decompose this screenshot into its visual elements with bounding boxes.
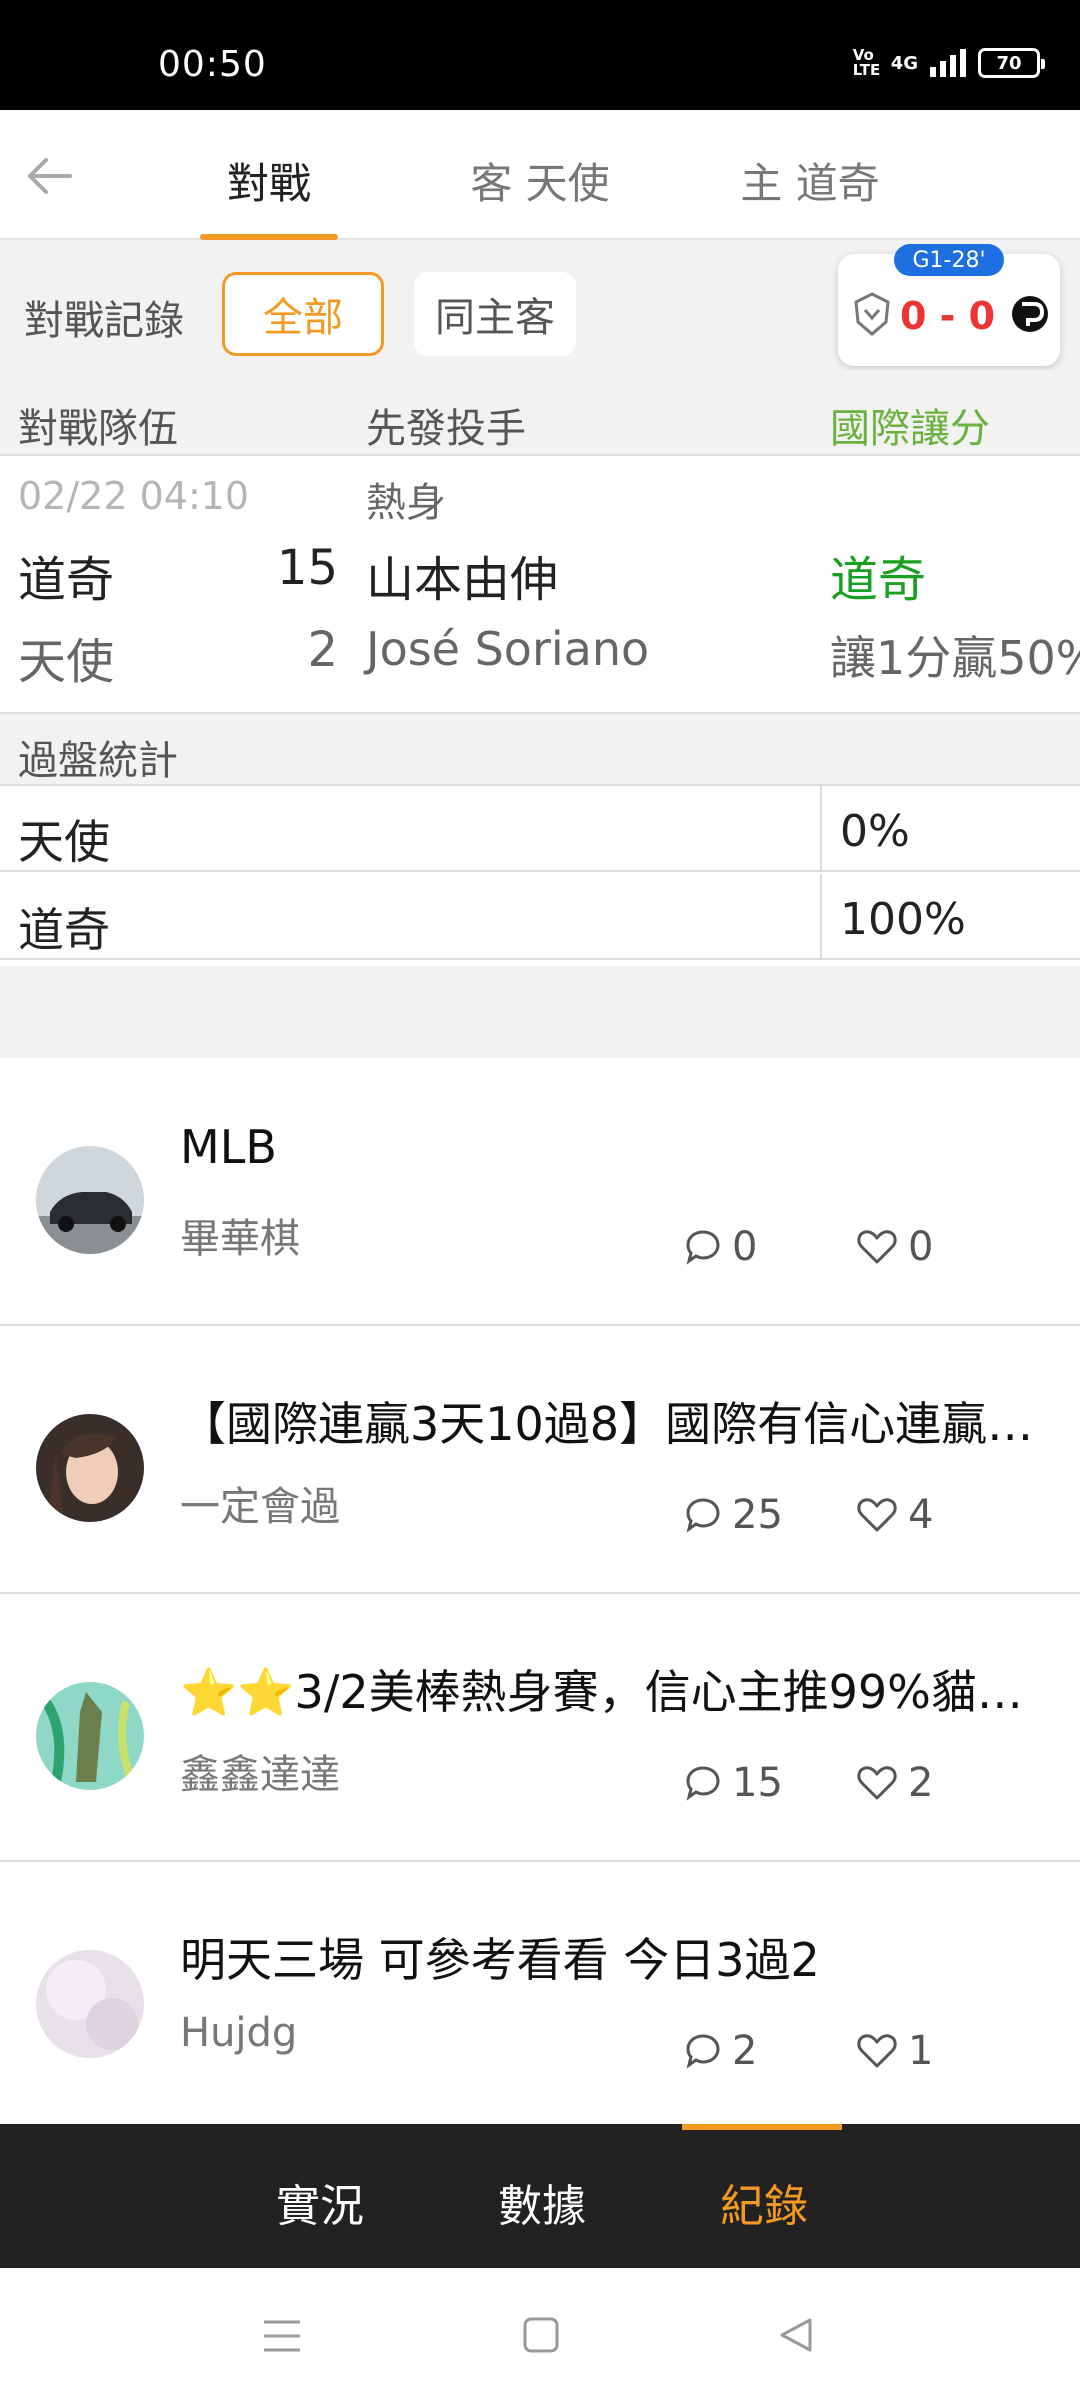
tab-away-team[interactable]: 客 天使 xyxy=(450,150,630,211)
like-count[interactable]: 2 xyxy=(856,1760,933,1806)
comment-count[interactable]: 25 xyxy=(684,1492,783,1538)
like-count-value: 2 xyxy=(908,1760,934,1806)
stats-row: 道奇 100% xyxy=(0,874,1080,960)
bottom-nav: 實況 數據 紀錄 xyxy=(0,2124,1080,2268)
column-divider xyxy=(820,874,822,960)
stats-team-name: 天使 xyxy=(18,815,110,869)
like-count-value: 1 xyxy=(908,2028,934,2074)
volte-icon: Vo LTE xyxy=(852,46,881,79)
stats-team-name: 道奇 xyxy=(18,903,110,957)
post-title: ⭐⭐3/2美棒熱身賽，信心主推99%貓… xyxy=(180,1665,1023,1719)
post-author: 畢華棋 xyxy=(180,1216,300,1262)
nav-records[interactable]: 紀錄 xyxy=(720,2170,808,2234)
post-author: Hujdg xyxy=(180,2010,298,2056)
column-pitchers: 先發投手 xyxy=(366,406,526,452)
inning-tag: G1-28' xyxy=(894,244,1004,276)
clock: 00:50 xyxy=(158,44,267,85)
comment-icon xyxy=(686,1230,720,1265)
team-name: 天使 xyxy=(18,634,115,690)
avatar[interactable] xyxy=(36,1950,144,2058)
top-tab-bar: 對戰 客 天使 主 道奇 xyxy=(0,110,1080,240)
nav-live[interactable]: 實況 xyxy=(276,2170,364,2234)
tab-home-team[interactable]: 主 道奇 xyxy=(720,150,900,211)
live-score: 0 - 0 xyxy=(900,294,996,338)
comment-icon xyxy=(686,1498,720,1533)
heart-icon xyxy=(857,1498,897,1532)
match-status: 熱身 xyxy=(366,480,446,526)
system-nav-bar xyxy=(0,2268,1080,2400)
comment-icon xyxy=(686,2034,720,2069)
like-count-value: 0 xyxy=(908,1224,934,1270)
filter-all-button[interactable]: 全部 xyxy=(222,272,384,356)
post-list-item[interactable]: ⭐⭐3/2美棒熱身賽，信心主推99%貓… 鑫鑫達達 15 2 xyxy=(0,1594,1080,1862)
comment-count[interactable]: 2 xyxy=(684,2028,757,2074)
handicap-detail: 讓1分贏50% xyxy=(830,631,1080,685)
back-triangle-icon[interactable] xyxy=(778,2316,814,2354)
handicap-stats-title: 過盤統計 xyxy=(18,738,178,784)
avatar[interactable] xyxy=(36,1414,144,1522)
network-type-icon: 4G xyxy=(890,52,918,74)
matchup-table-header: 對戰隊伍 先發投手 國際讓分 xyxy=(0,370,1080,456)
heart-icon xyxy=(857,1230,897,1264)
home-team-logo-icon xyxy=(1012,296,1048,332)
post-title: MLB xyxy=(180,1120,277,1174)
like-count[interactable]: 0 xyxy=(856,1224,933,1270)
starting-pitcher: José Soriano xyxy=(366,622,650,676)
heart-icon xyxy=(857,1766,897,1800)
like-count[interactable]: 1 xyxy=(856,2028,933,2074)
match-record-row[interactable]: 02/22 04:10 熱身 道奇 15 山本由伸 道奇 天使 2 José S… xyxy=(0,456,1080,714)
starting-pitcher: 山本由伸 xyxy=(366,552,559,608)
battery-icon: 70 xyxy=(978,48,1045,78)
bottom-nav-indicator xyxy=(682,2124,842,2130)
like-count[interactable]: 4 xyxy=(856,1492,933,1538)
post-author: 一定會過 xyxy=(180,1484,340,1530)
column-teams: 對戰隊伍 xyxy=(18,406,178,452)
post-list-item[interactable]: 明天三場 可參考看看 今日3過2 Hujdg 2 1 xyxy=(0,1862,1080,2130)
away-team-logo-icon xyxy=(854,292,890,336)
column-divider xyxy=(820,786,822,872)
avatar[interactable] xyxy=(36,1682,144,1790)
comment-count-value: 25 xyxy=(732,1492,783,1538)
comment-count-value: 2 xyxy=(732,2028,758,2074)
comment-count[interactable]: 15 xyxy=(684,1760,783,1806)
nav-data[interactable]: 數據 xyxy=(498,2170,586,2234)
post-list-item[interactable]: 【國際連贏3天10過8】國際有信心連贏… 一定會過 25 4 xyxy=(0,1326,1080,1594)
avatar[interactable] xyxy=(36,1146,144,1254)
stats-row: 天使 0% xyxy=(0,786,1080,872)
comment-count[interactable]: 0 xyxy=(684,1224,757,1270)
post-title: 【國際連贏3天10過8】國際有信心連贏… xyxy=(180,1397,1034,1451)
comment-count-value: 0 xyxy=(732,1224,758,1270)
team-score: 15 xyxy=(276,540,338,596)
handicap-stats-header: 過盤統計 xyxy=(0,714,1080,786)
stats-percentage: 100% xyxy=(840,894,966,945)
post-author: 鑫鑫達達 xyxy=(180,1752,340,1798)
record-filter-label: 對戰記錄 xyxy=(24,298,184,344)
like-count-value: 4 xyxy=(908,1492,934,1538)
home-square-icon[interactable] xyxy=(522,2316,560,2354)
back-arrow-icon[interactable] xyxy=(24,154,74,198)
stats-percentage: 0% xyxy=(840,806,910,857)
signal-icon xyxy=(930,49,966,77)
team-score: 2 xyxy=(307,622,338,678)
match-date: 02/22 04:10 xyxy=(18,474,250,518)
comment-icon xyxy=(686,1766,720,1801)
section-spacer xyxy=(0,966,1080,1058)
column-handicap: 國際讓分 xyxy=(830,406,990,452)
filter-same-home-away-button[interactable]: 同主客 xyxy=(414,272,576,356)
post-list-item[interactable]: MLB 畢華棋 0 0 xyxy=(0,1058,1080,1326)
handicap-winner: 道奇 xyxy=(830,552,927,608)
post-title: 明天三場 可參考看看 今日3過2 xyxy=(180,1933,820,1987)
live-score-widget[interactable]: G1-28' 0 - 0 xyxy=(838,244,1060,366)
team-name: 道奇 xyxy=(18,552,115,608)
heart-icon xyxy=(857,2034,897,2068)
record-filter-bar: 對戰記錄 全部 同主客 G1-28' 0 - 0 xyxy=(0,240,1080,370)
tab-matchup[interactable]: 對戰 xyxy=(200,150,338,211)
status-icons: Vo LTE 4G 70 xyxy=(852,46,1045,79)
status-bar: 00:50 Vo LTE 4G 70 xyxy=(0,0,1080,110)
comment-count-value: 15 xyxy=(732,1760,783,1806)
menu-icon[interactable] xyxy=(262,2318,302,2354)
